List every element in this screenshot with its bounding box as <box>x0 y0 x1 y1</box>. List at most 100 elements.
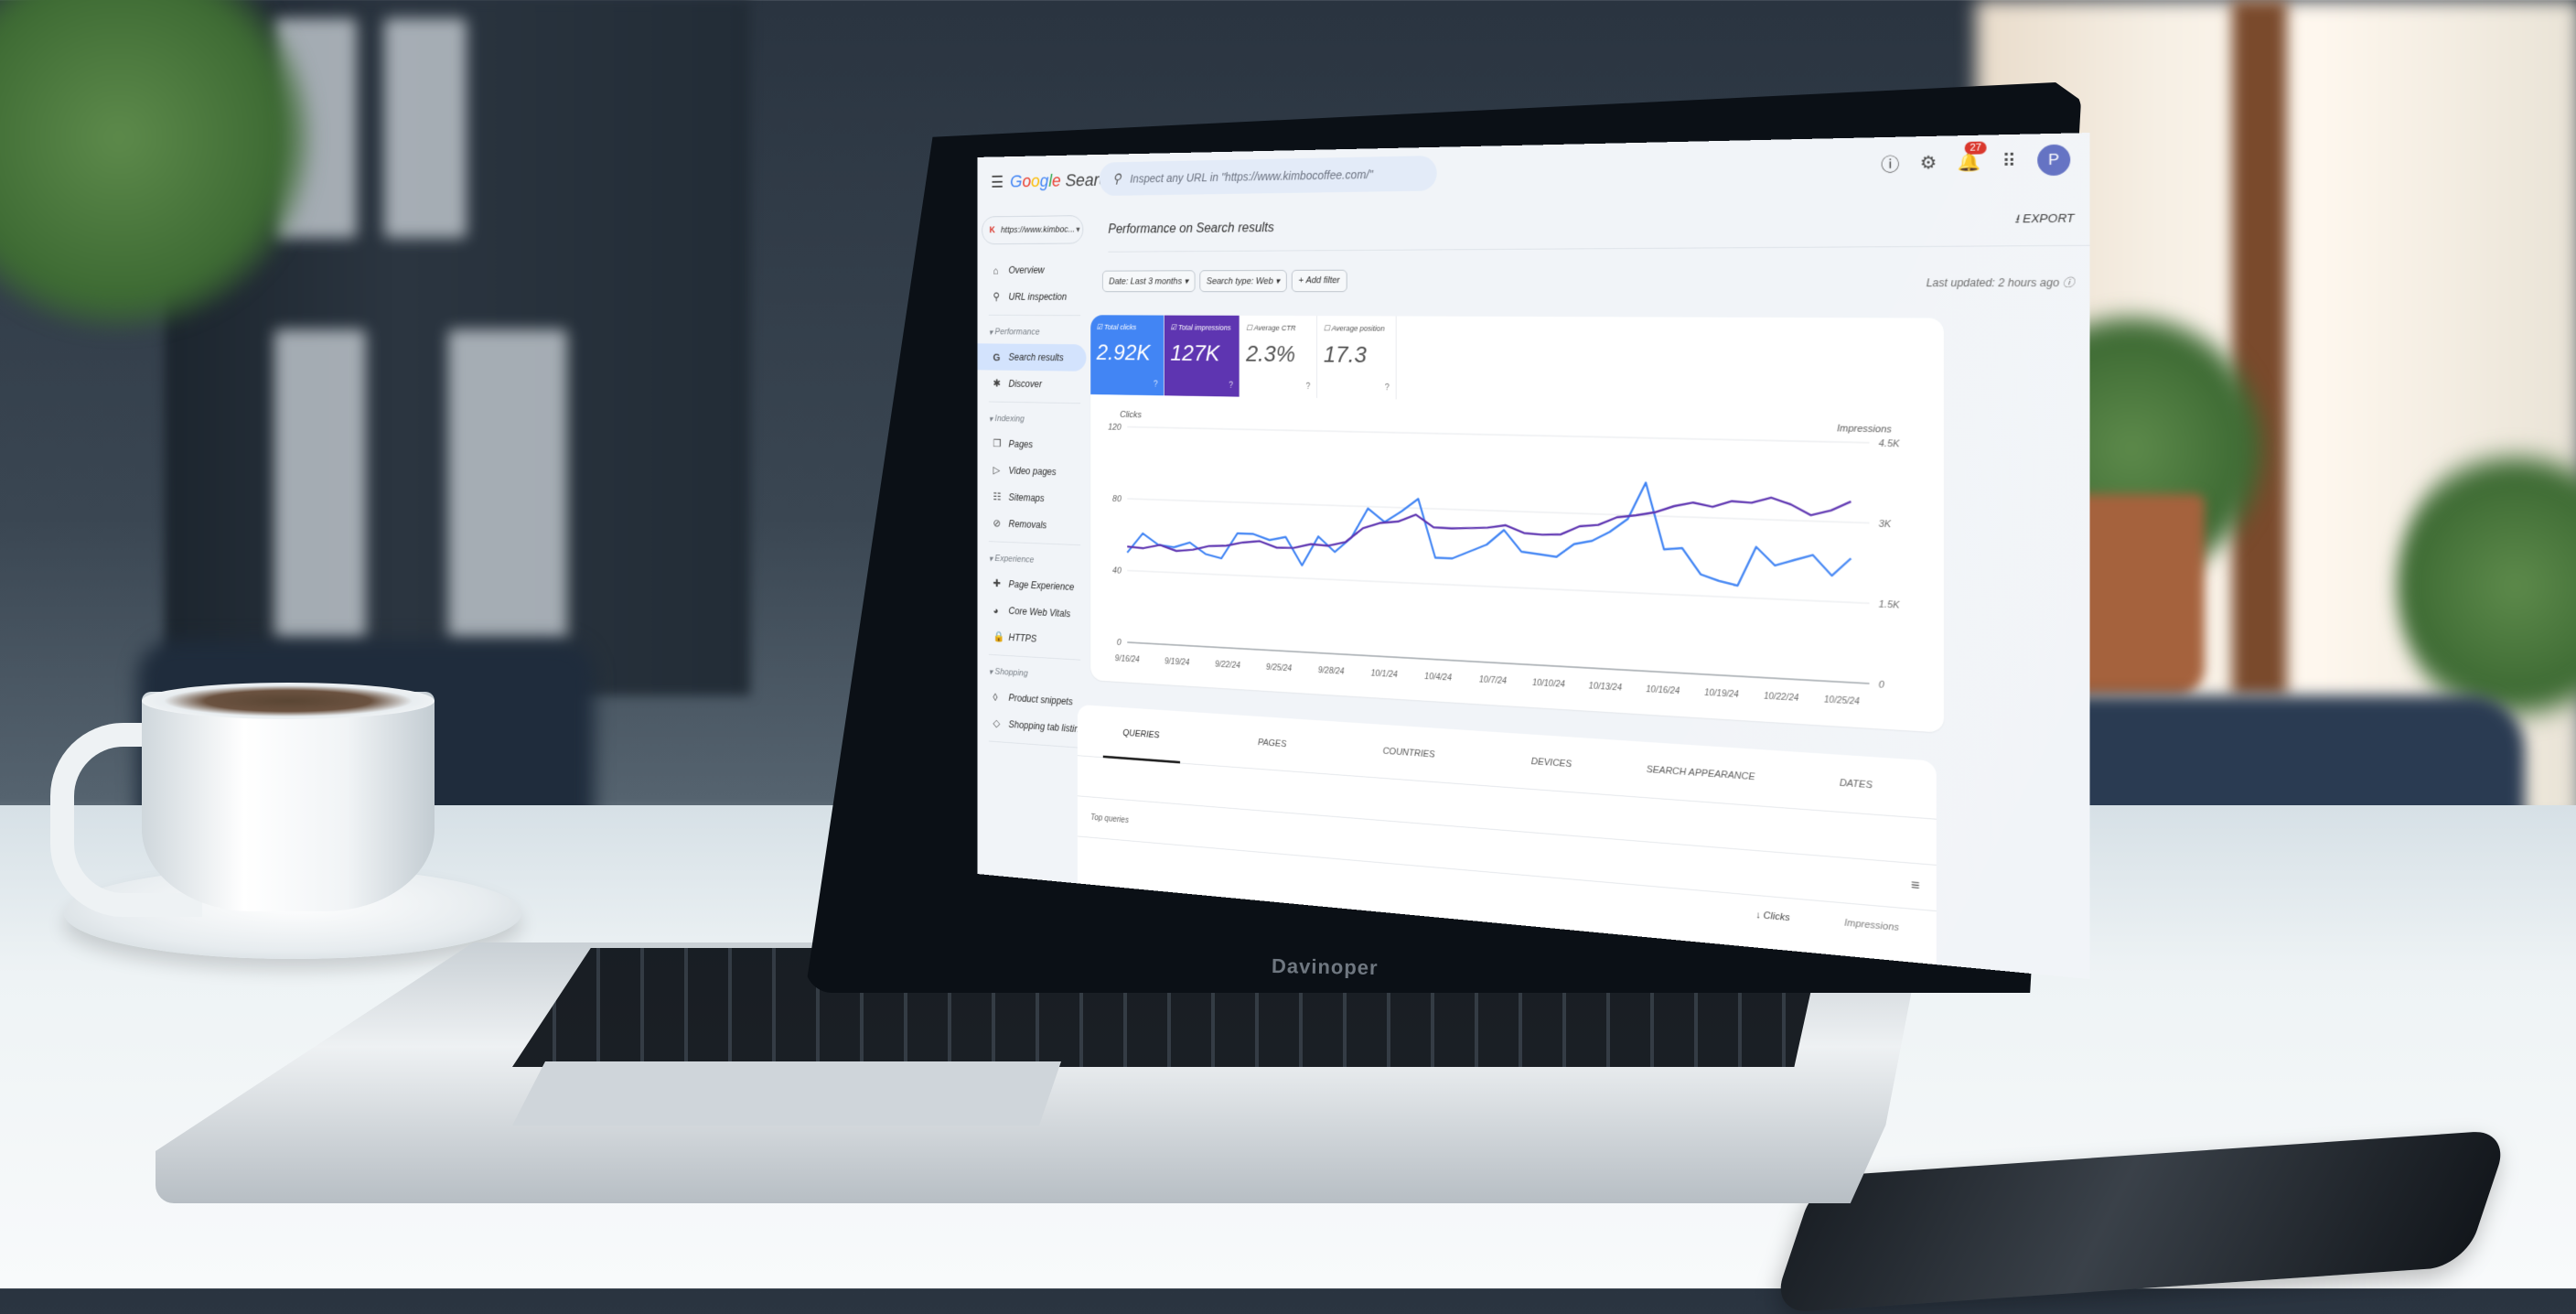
tab-countries[interactable]: COUNTRIES <box>1340 722 1480 785</box>
sidebar-item-discover[interactable]: ✱ Discover <box>978 370 1092 398</box>
tag-icon: ◇ <box>993 716 1001 729</box>
sidebar-item-overview[interactable]: ⌂ Overview <box>978 256 1092 284</box>
tab-dates[interactable]: DATES <box>1777 750 1937 818</box>
property-url: https://www.kimboc... <box>1000 224 1075 235</box>
sidebar-item-pages[interactable]: ❐ Pages <box>978 430 1092 459</box>
sidebar-item-sitemaps[interactable]: ☷ Sitemaps <box>978 483 1092 513</box>
add-filter-button[interactable]: + Add filter <box>1291 269 1347 293</box>
background-binder <box>448 329 567 641</box>
sitemap-icon: ☷ <box>993 490 1002 503</box>
x-axis-tick-label: 10/10/24 <box>1532 678 1565 689</box>
help-icon[interactable]: ? <box>1154 380 1158 389</box>
gridline <box>1127 570 1869 603</box>
sidebar-item-https[interactable]: 🔒 HTTPS <box>978 622 1092 655</box>
column-header-impressions[interactable]: Impressions <box>1844 918 1899 933</box>
tab-search-appearance[interactable]: SEARCH APPEARANCE <box>1625 740 1776 807</box>
top-bar-actions: ⓘ ⚙ 🔔 27 ⠿ P <box>1881 141 2071 178</box>
divider <box>988 740 1081 749</box>
x-axis-tick-label: 9/19/24 <box>1165 657 1190 667</box>
checkbox-unchecked-icon[interactable]: ☐ <box>1246 324 1252 332</box>
left-axis-title: Clicks <box>1120 410 1142 420</box>
x-axis-tick-label: 9/16/24 <box>1115 654 1140 664</box>
notifications-button[interactable]: 🔔 27 <box>1957 141 1987 173</box>
last-updated-text: Last updated: 2 hours ago ⓘ <box>1926 275 2075 290</box>
search-placeholder: Inspect any URL in "https://www.kimbocof… <box>1130 167 1374 186</box>
help-icon[interactable]: ? <box>1306 382 1311 392</box>
right-axis-tick-label: 3K <box>1879 519 1892 530</box>
checkbox-checked-icon[interactable]: ☑ <box>1097 323 1102 331</box>
metric-average-ctr[interactable]: ☐ Average CTR 2.3% ? <box>1240 315 1317 399</box>
x-axis-tick-label: 10/22/24 <box>1764 692 1799 704</box>
help-icon[interactable]: ? <box>1229 382 1233 391</box>
checkbox-unchecked-icon[interactable]: ☐ <box>1324 324 1330 332</box>
x-axis-tick-label: 10/16/24 <box>1646 684 1680 696</box>
sidebar-item-url-inspection[interactable]: ⚲ URL inspection <box>978 284 1092 310</box>
bell-icon: 🔔 <box>1957 152 1981 173</box>
tab-queries[interactable]: QUERIES <box>1078 705 1206 765</box>
pages-icon: ❐ <box>993 436 1002 449</box>
divider <box>988 401 1081 404</box>
left-axis-tick-label: 40 <box>1112 565 1122 576</box>
x-axis-tick-label: 10/25/24 <box>1824 695 1860 707</box>
x-axis-tick-label: 10/1/24 <box>1371 669 1399 680</box>
removals-icon: ⊘ <box>993 516 1001 530</box>
notifications-badge: 27 <box>1965 141 1987 155</box>
metric-value: 2.92K <box>1096 339 1151 365</box>
table-title: Top queries <box>1090 813 1129 825</box>
user-settings-icon[interactable]: ⚙ <box>1920 151 1937 174</box>
x-axis-tick-label: 9/28/24 <box>1318 666 1345 677</box>
section-performance[interactable]: ▾ Performance <box>978 320 1092 345</box>
laptop-screen: ☰ Google Search Console ⚲ Inspect any UR… <box>825 133 2090 980</box>
search-type-filter-chip[interactable]: Search type: Web ▾ <box>1199 269 1287 293</box>
sidebar: K https://www.kimboc... ▼ ⌂ Overview ⚲ U… <box>977 206 1092 885</box>
chevron-down-icon: ▼ <box>1074 225 1082 234</box>
chevron-down-icon: ▾ <box>1275 276 1281 286</box>
right-axis-tick-label: 0 <box>1879 680 1884 691</box>
performance-line-chart[interactable]: 0 40 80 120 0 1.5K 3K 4.5K Clicks Impressions 9/16… <box>1090 403 1944 733</box>
page-title: Performance on Search results <box>1108 221 1274 237</box>
metric-cards: ☑ Total clicks 2.92K ? ☑ Total impressio… <box>1090 315 1397 400</box>
column-header-clicks[interactable]: ↓ Clicks <box>1755 910 1789 923</box>
series-line-clicks <box>1127 469 1851 591</box>
metric-average-position[interactable]: ☐ Average position 17.3 ? <box>1316 316 1397 400</box>
tab-devices[interactable]: DEVICES <box>1479 731 1625 796</box>
series-line-impressions <box>1127 479 1851 578</box>
right-axis-title: Impressions <box>1837 424 1892 436</box>
checkbox-checked-icon[interactable]: ☑ <box>1170 323 1176 331</box>
tab-pages[interactable]: PAGES <box>1206 713 1339 774</box>
metric-total-impressions[interactable]: ☑ Total impressions 127K ? <box>1164 315 1240 397</box>
x-axis-tick-label: 9/22/24 <box>1215 660 1240 671</box>
help-icon[interactable]: ? <box>1385 383 1390 393</box>
export-button[interactable]: ⭳ EXPORT <box>2015 210 2075 232</box>
hamburger-menu-icon[interactable]: ☰ <box>984 172 1010 192</box>
left-axis-tick-label: 0 <box>1117 638 1122 648</box>
divider <box>988 653 1081 661</box>
help-icon[interactable]: ⓘ <box>1881 150 1899 177</box>
home-icon: ⌂ <box>993 264 999 276</box>
right-axis-tick-label: 1.5K <box>1879 599 1901 611</box>
date-filter-chip[interactable]: Date: Last 3 months ▾ <box>1101 270 1196 293</box>
laptop-trackpad <box>512 1061 1061 1126</box>
arrow-down-icon: ↓ <box>1755 910 1761 921</box>
background-binder <box>384 18 467 238</box>
filter-rows-icon[interactable]: ≡ <box>1911 878 1920 894</box>
property-selector[interactable]: K https://www.kimboc... ▼ <box>982 215 1084 245</box>
apps-grid-icon[interactable]: ⠿ <box>2002 149 2016 172</box>
sidebar-item-removals[interactable]: ⊘ Removals <box>978 510 1092 541</box>
url-inspect-search-input[interactable]: ⚲ Inspect any URL in "https://www.kimboc… <box>1099 155 1437 197</box>
background-window-frame <box>2232 0 2287 695</box>
account-avatar[interactable]: P <box>2037 144 2071 177</box>
left-axis-tick-label: 120 <box>1108 423 1122 433</box>
dimension-table-card: QUERIES PAGES COUNTRIES DEVICES SEARCH A… <box>1077 704 1937 980</box>
metric-value: 2.3% <box>1246 340 1295 367</box>
metric-total-clicks[interactable]: ☑ Total clicks 2.92K ? <box>1090 315 1165 396</box>
sidebar-item-search-results[interactable]: G Search results <box>977 343 1087 372</box>
metric-value: 17.3 <box>1323 341 1367 368</box>
sidebar-item-video-pages[interactable]: ▷ Video pages <box>978 457 1092 487</box>
divider <box>988 314 1081 317</box>
download-icon: ⭳ <box>2014 211 2020 226</box>
gauge-icon: ◕ <box>993 604 999 617</box>
x-axis-tick-label: 9/25/24 <box>1266 663 1293 674</box>
help-icon[interactable]: ⓘ <box>2063 276 2075 289</box>
section-indexing[interactable]: ▾ Indexing <box>978 406 1092 432</box>
